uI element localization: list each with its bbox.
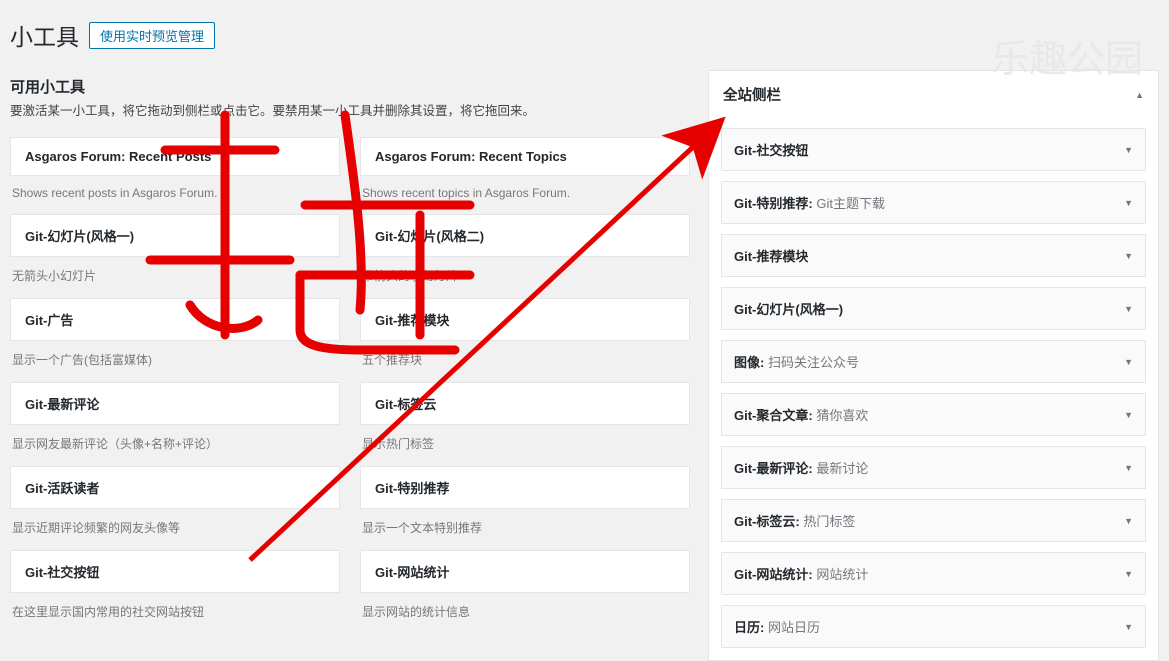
widget-header[interactable]: Git-幻灯片(风格一) <box>10 214 340 257</box>
sidebar-widget-label: Git-最新评论: 最新讨论 <box>734 458 868 477</box>
widget-description: 显示热门标签 <box>360 425 690 466</box>
sidebar-widget-name: Git-特别推荐: <box>734 196 816 211</box>
sidebar-widget-item[interactable]: 图像: 扫码关注公众号 <box>721 340 1146 383</box>
sidebar-area-title: 全站侧栏 <box>723 84 781 105</box>
sidebar-widget-item[interactable]: Git-推荐模块 <box>721 234 1146 277</box>
sidebar-widget-name: Git-网站统计: <box>734 567 816 582</box>
widget-description: 显示一个广告(包括富媒体) <box>10 341 340 382</box>
sidebar-widget-item[interactable]: Git-网站统计: 网站统计 <box>721 552 1146 595</box>
main-columns: 可用小工具 要激活某一小工具，将它拖动到侧栏或点击它。要禁用某一小工具并删除其设… <box>0 56 1169 661</box>
available-widget: Git-最新评论显示网友最新评论（头像+名称+评论） <box>10 382 340 466</box>
available-widgets-column: 可用小工具 要激活某一小工具，将它拖动到侧栏或点击它。要禁用某一小工具并删除其设… <box>10 70 690 634</box>
sidebar-widget-label: Git-标签云: 热门标签 <box>734 511 855 530</box>
sidebar-widget-subtitle: 网站统计 <box>816 567 868 582</box>
widget-header[interactable]: Git-广告 <box>10 298 340 341</box>
available-widget: Asgaros Forum: Recent TopicsShows recent… <box>360 137 690 214</box>
sidebar-widget-label: Git-聚合文章: 猜你喜欢 <box>734 405 868 424</box>
widget-description: 显示网站的统计信息 <box>360 593 690 634</box>
sidebar-area-body: Git-社交按钮 Git-特别推荐: Git主题下载 Git-推荐模块 Git-幻灯片… <box>709 128 1158 660</box>
sidebar-widget-subtitle: 猜你喜欢 <box>816 408 868 423</box>
widget-header[interactable]: Git-最新评论 <box>10 382 340 425</box>
widget-header[interactable]: Git-标签云 <box>360 382 690 425</box>
widget-description: Shows recent posts in Asgaros Forum. <box>10 176 340 214</box>
widget-header[interactable]: Git-推荐模块 <box>360 298 690 341</box>
sidebar-widget-label: Git-幻灯片(风格一) <box>734 299 843 318</box>
expand-icon <box>1124 515 1133 527</box>
available-widget: Git-社交按钮在这里显示国内常用的社交网站按钮 <box>10 550 340 634</box>
sidebar-widget-name: Git-推荐模块 <box>734 249 808 264</box>
sidebar-widget-subtitle: 扫码关注公众号 <box>768 355 859 370</box>
widget-description: 显示近期评论频繁的网友头像等 <box>10 509 340 550</box>
widget-header[interactable]: Git-活跃读者 <box>10 466 340 509</box>
widget-description: 带箭头的小幻灯片 <box>360 257 690 298</box>
live-preview-button[interactable]: 使用实时预览管理 <box>89 22 215 49</box>
sidebar-widget-subtitle: 最新讨论 <box>816 461 868 476</box>
widget-description: 五个推荐块 <box>360 341 690 382</box>
sidebar-area-header[interactable]: 全站侧栏 <box>709 71 1158 118</box>
sidebar-widget-item[interactable]: Git-聚合文章: 猜你喜欢 <box>721 393 1146 436</box>
widget-description: 在这里显示国内常用的社交网站按钮 <box>10 593 340 634</box>
expand-icon <box>1124 303 1133 315</box>
available-widget: Asgaros Forum: Recent PostsShows recent … <box>10 137 340 214</box>
sidebar-widget-subtitle: 网站日历 <box>768 620 820 635</box>
widget-description: 显示网友最新评论（头像+名称+评论） <box>10 425 340 466</box>
sidebar-widget-name: Git-幻灯片(风格一) <box>734 302 843 317</box>
sidebar-widget-item[interactable]: Git-特别推荐: Git主题下载 <box>721 181 1146 224</box>
sidebar-widget-item[interactable]: Git-社交按钮 <box>721 128 1146 171</box>
widget-description: 显示一个文本特别推荐 <box>360 509 690 550</box>
sidebar-widget-name: Git-标签云: <box>734 514 803 529</box>
available-widget: Git-网站统计显示网站的统计信息 <box>360 550 690 634</box>
sidebar-widget-label: 图像: 扫码关注公众号 <box>734 352 859 371</box>
sidebar-area-panel: 全站侧栏 Git-社交按钮Git-特别推荐: Git主题下载Git-推荐模块Gi… <box>708 70 1159 661</box>
expand-icon <box>1124 462 1133 474</box>
available-widget: Git-标签云显示热门标签 <box>360 382 690 466</box>
available-widget: Git-幻灯片(风格一)无箭头小幻灯片 <box>10 214 340 298</box>
collapse-icon <box>1135 89 1144 101</box>
sidebar-widget-item[interactable]: Git-最新评论: 最新讨论 <box>721 446 1146 489</box>
sidebar-widget-name: Git-聚合文章: <box>734 408 816 423</box>
widget-header[interactable]: Git-社交按钮 <box>10 550 340 593</box>
sidebar-widget-label: Git-网站统计: 网站统计 <box>734 564 868 583</box>
sidebar-widget-label: Git-推荐模块 <box>734 246 808 265</box>
sidebar-widget-subtitle: 热门标签 <box>803 514 855 529</box>
expand-icon <box>1124 144 1133 156</box>
widget-header[interactable]: Asgaros Forum: Recent Posts <box>10 137 340 176</box>
available-widgets-desc: 要激活某一小工具，将它拖动到侧栏或点击它。要禁用某一小工具并删除其设置，将它拖回… <box>10 101 690 121</box>
available-widgets-grid: Asgaros Forum: Recent PostsShows recent … <box>10 137 690 634</box>
expand-icon <box>1124 409 1133 421</box>
available-widget: Git-活跃读者显示近期评论频繁的网友头像等 <box>10 466 340 550</box>
available-widget: Git-推荐模块五个推荐块 <box>360 298 690 382</box>
widget-header[interactable]: Git-幻灯片(风格二) <box>360 214 690 257</box>
sidebar-widget-item[interactable]: Git-标签云: 热门标签 <box>721 499 1146 542</box>
available-widgets-heading: 可用小工具 <box>10 76 690 97</box>
expand-icon <box>1124 197 1133 209</box>
widget-header[interactable]: Asgaros Forum: Recent Topics <box>360 137 690 176</box>
page-title-row: 小工具 使用实时预览管理 <box>0 0 1169 56</box>
expand-icon <box>1124 250 1133 262</box>
sidebar-widget-label: Git-特别推荐: Git主题下载 <box>734 193 885 212</box>
widget-header[interactable]: Git-特别推荐 <box>360 466 690 509</box>
sidebar-widget-name: Git-最新评论: <box>734 461 816 476</box>
available-widget: Git-幻灯片(风格二)带箭头的小幻灯片 <box>360 214 690 298</box>
sidebar-widget-label: Git-社交按钮 <box>734 140 808 159</box>
sidebar-widget-name: Git-社交按钮 <box>734 143 808 158</box>
sidebar-widget-subtitle: Git主题下载 <box>816 196 885 211</box>
sidebar-widget-name: 日历: <box>734 620 768 635</box>
page-title: 小工具 <box>10 18 79 52</box>
sidebar-widget-name: 图像: <box>734 355 768 370</box>
widget-description: Shows recent topics in Asgaros Forum. <box>360 176 690 214</box>
available-widget: Git-特别推荐显示一个文本特别推荐 <box>360 466 690 550</box>
sidebar-widget-item[interactable]: Git-幻灯片(风格一) <box>721 287 1146 330</box>
available-widget: Git-广告显示一个广告(包括富媒体) <box>10 298 340 382</box>
widget-description: 无箭头小幻灯片 <box>10 257 340 298</box>
expand-icon <box>1124 568 1133 580</box>
sidebar-widget-label: 日历: 网站日历 <box>734 617 820 636</box>
expand-icon <box>1124 356 1133 368</box>
sidebar-area-column: 全站侧栏 Git-社交按钮Git-特别推荐: Git主题下载Git-推荐模块Gi… <box>708 70 1159 661</box>
expand-icon <box>1124 621 1133 633</box>
widget-header[interactable]: Git-网站统计 <box>360 550 690 593</box>
